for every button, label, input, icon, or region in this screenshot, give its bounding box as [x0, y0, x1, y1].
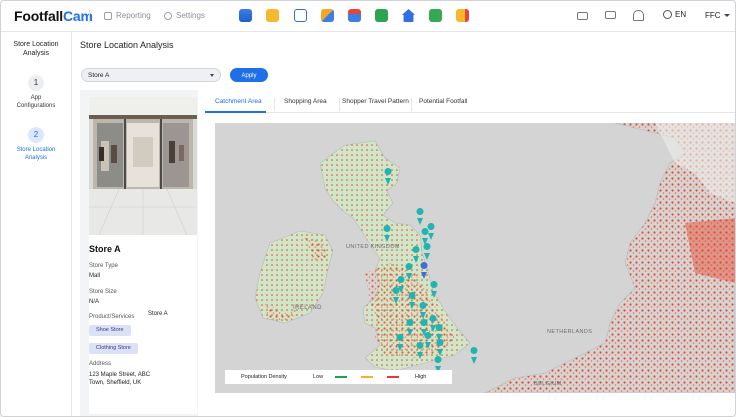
label-netherlands: NETHERLANDS — [547, 329, 592, 335]
page-title: Store Location Analysis — [80, 40, 174, 50]
catchment-map[interactable]: UNITED KINGDOM IRELAND NETHERLANDS BELGI… — [215, 123, 735, 393]
step-number: 1 — [28, 75, 44, 91]
store-card: Store A Store Type Mall Store Size N/A P… — [89, 97, 197, 414]
tab-catchment-area[interactable]: Catchment Area — [215, 98, 262, 105]
tag-shoe-store: Shoe Store — [89, 325, 131, 336]
store-type-label: Store Type — [89, 263, 118, 269]
tab-divider — [339, 98, 340, 111]
step-label-line2: Analysis — [24, 155, 48, 161]
address-line2: Town, Sheffield, UK — [89, 380, 142, 386]
chat-icon[interactable] — [605, 11, 616, 19]
legend-swatch-high — [387, 376, 399, 378]
step-store-location-analysis[interactable]: 2 Store Location Analysis — [1, 127, 71, 162]
chevron-down-icon — [723, 14, 730, 18]
weather-app-icon[interactable] — [321, 9, 334, 22]
alert-app-icon[interactable] — [456, 9, 469, 22]
tab-shopping-area[interactable]: Shopping Area — [284, 98, 327, 105]
store-type-value: Mall — [89, 273, 101, 279]
store-photo — [89, 97, 197, 235]
tab-potential-footfall[interactable]: Potential Footfall — [419, 98, 467, 105]
active-tab-indicator — [205, 111, 266, 113]
step-app-configurations[interactable]: 1 App Configurations — [1, 75, 71, 110]
nav-reporting-label: Reporting — [116, 11, 151, 20]
store-app-icon[interactable] — [348, 9, 361, 22]
analysis-panel: Catchment Area Shopping Area Shopper Tra… — [205, 90, 735, 416]
store-name: Store A — [89, 244, 121, 254]
step-label-line1: App — [30, 95, 42, 101]
nav-settings-label: Settings — [176, 11, 205, 20]
spreadsheet-app-icon[interactable] — [375, 9, 388, 22]
notes-app-icon[interactable] — [266, 9, 279, 22]
sidebar-title-line1: Store Location — [13, 41, 59, 48]
store-size-label: Store Size — [89, 289, 117, 295]
tag-clothing-store: Clothing Store — [89, 343, 138, 354]
step-label-line1: Store Location — [16, 147, 56, 153]
database-app-icon[interactable] — [239, 9, 252, 22]
report-icon — [104, 11, 112, 20]
nav-reporting[interactable]: Reporting — [104, 11, 151, 20]
label-ireland: IRELAND — [293, 305, 322, 311]
label-belgium: BELGIUM — [534, 381, 562, 387]
products-label: Product/Services — [89, 314, 135, 320]
logo[interactable]: FootfallCam — [14, 8, 93, 24]
label-united-kingdom: UNITED KINGDOM — [346, 244, 400, 250]
home-app-icon[interactable] — [402, 9, 415, 22]
legend-swatch-mid — [361, 376, 373, 378]
store-size-value: N/A — [89, 299, 100, 305]
calendar-app-icon[interactable] — [429, 9, 442, 22]
apply-button[interactable]: Apply — [230, 68, 268, 82]
sidebar-title: Store Location Analysis — [1, 40, 71, 58]
population-density-legend: Population Density Low High — [225, 370, 452, 384]
sidebar-title-line2: Analysis — [22, 50, 50, 57]
language-label: EN — [675, 10, 687, 19]
store-select-value: Store A — [88, 72, 110, 79]
products-store-name: Store A — [148, 311, 168, 317]
tab-shopper-travel-pattern[interactable]: Shopper Travel Pattern — [342, 98, 409, 105]
globe-icon — [663, 10, 672, 19]
tab-divider — [411, 98, 412, 111]
language-selector[interactable]: EN — [663, 10, 686, 19]
address-line1: 123 Maple Street, ABC — [89, 372, 151, 378]
nav-settings[interactable]: Settings — [164, 11, 205, 20]
app-window: FootfallCam Reporting Settings EN FFC St… — [0, 0, 736, 417]
user-label: FFC — [705, 11, 721, 20]
tab-divider — [274, 98, 275, 111]
store-select[interactable]: Store A — [81, 68, 221, 82]
map-canvas[interactable]: UNITED KINGDOM IRELAND NETHERLANDS BELGI… — [215, 123, 735, 393]
main-content: Store Location Analysis Store A Apply St… — [72, 32, 735, 416]
legend-swatch-low — [335, 376, 347, 378]
address-label: Address — [89, 361, 112, 367]
legend-title: Population Density — [241, 374, 287, 380]
sidebar: Store Location Analysis 1 App Configurat… — [1, 32, 72, 416]
gear-icon — [164, 11, 172, 20]
user-menu[interactable]: FFC — [705, 11, 730, 20]
chevron-down-icon — [210, 74, 214, 77]
people-flow-app-icon[interactable] — [294, 9, 307, 22]
step-label-line2: Configurations — [16, 103, 56, 109]
ticket-icon[interactable] — [577, 12, 588, 20]
bell-icon[interactable] — [633, 10, 644, 21]
logo-text: Footfall — [14, 8, 63, 24]
legend-high-label: High — [415, 374, 427, 380]
top-bar: FootfallCam Reporting Settings EN FFC — [1, 1, 735, 32]
divider — [89, 10, 90, 22]
legend-low-label: Low — [313, 374, 324, 380]
step-number: 2 — [28, 127, 44, 143]
store-card-container: Store A Store Type Mall Store Size N/A P… — [80, 90, 198, 416]
tab-bar: Catchment Area Shopping Area Shopper Tra… — [205, 94, 735, 113]
